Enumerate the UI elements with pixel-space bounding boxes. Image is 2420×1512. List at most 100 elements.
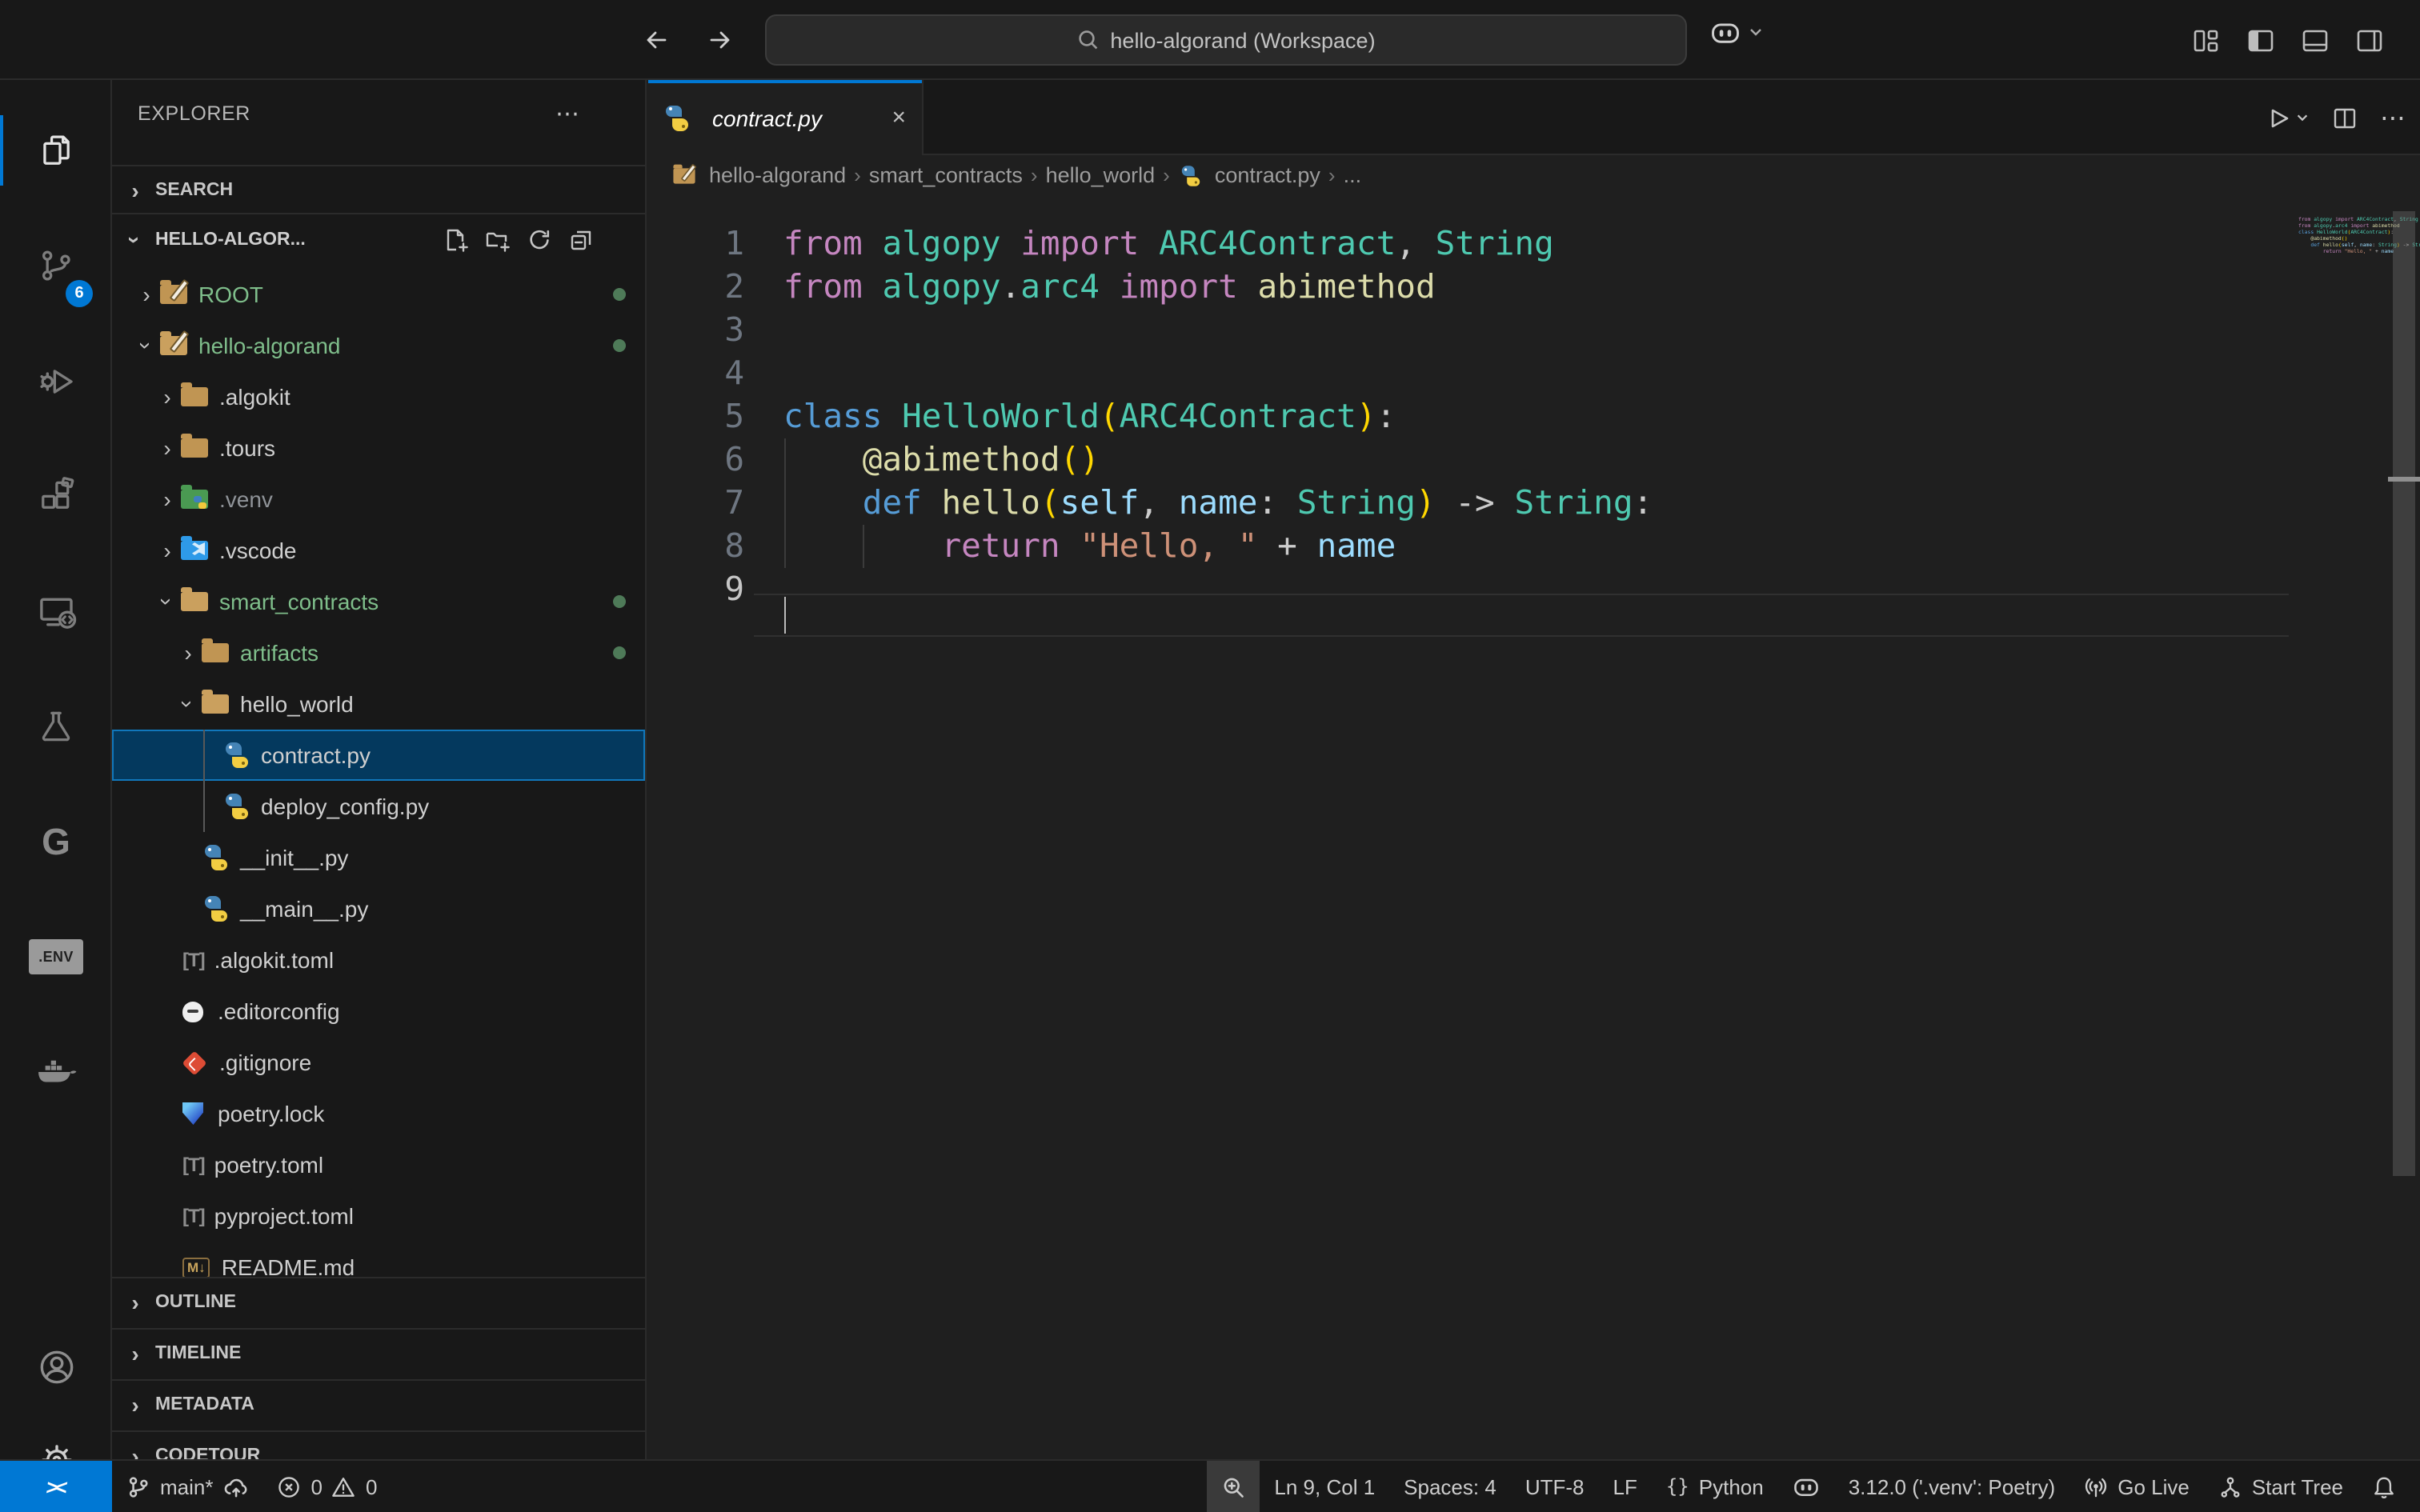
chevron-right-icon[interactable]: › xyxy=(154,488,181,510)
workspace-section-header[interactable]: › HELLO-ALGOR... xyxy=(112,213,645,266)
dotenv-activity-icon[interactable]: .ENV xyxy=(0,899,112,1014)
status-eol[interactable]: LF xyxy=(1599,1461,1652,1512)
status-cursor-position[interactable]: Ln 9, Col 1 xyxy=(1260,1461,1389,1512)
timeline-section-header[interactable]: ›TIMELINE xyxy=(112,1328,645,1376)
chevron-down-icon[interactable]: › xyxy=(135,332,158,359)
tree-item-pyproject-toml[interactable]: [T]pyproject.toml xyxy=(112,1190,645,1242)
toggle-primary-sidebar-icon[interactable] xyxy=(2247,26,2274,54)
tree-item-root[interactable]: › ROOT xyxy=(112,269,645,320)
forward-arrow-icon[interactable] xyxy=(701,21,739,59)
overview-ruler-cursor-mark xyxy=(2388,477,2420,482)
metadata-section-header[interactable]: ›METADATA xyxy=(112,1379,645,1427)
split-editor-icon[interactable] xyxy=(2332,105,2358,130)
tree-item--venv[interactable]: ›.venv xyxy=(112,474,645,525)
line-number-2[interactable]: 2 xyxy=(648,265,744,308)
new-folder-icon[interactable] xyxy=(485,227,511,253)
tree-item--vscode[interactable]: ›.vscode xyxy=(112,525,645,576)
customize-layout-icon[interactable] xyxy=(2193,26,2220,54)
status-encoding[interactable]: UTF-8 xyxy=(1511,1461,1599,1512)
tree-item-contract-py[interactable]: contract.py xyxy=(112,730,645,781)
testing-activity-icon[interactable] xyxy=(0,669,112,784)
tree-item-deploy-config-py[interactable]: deploy_config.py xyxy=(112,781,645,832)
chevron-down-icon[interactable]: › xyxy=(156,588,178,615)
refresh-icon[interactable] xyxy=(527,227,552,253)
tree-item-smart-contracts[interactable]: ›smart_contracts xyxy=(112,576,645,627)
outline-section-header[interactable]: ›OUTLINE xyxy=(112,1277,645,1325)
line-number-8[interactable]: 8 xyxy=(648,524,744,567)
chevron-right-icon[interactable]: › xyxy=(154,437,181,459)
breadcrumb-item-hello-algorand[interactable]: hello-algorand xyxy=(671,163,846,187)
tree-item-poetry-toml[interactable]: [T]poetry.toml xyxy=(112,1139,645,1190)
line-number-1[interactable]: 1 xyxy=(648,222,744,265)
line-number-3[interactable]: 3 xyxy=(648,308,744,351)
breadcrumb-item-smart-contracts[interactable]: smart_contracts xyxy=(869,163,1023,187)
tree-item--gitignore[interactable]: .gitignore xyxy=(112,1037,645,1088)
tree-item--main-py[interactable]: __main__.py xyxy=(112,883,645,934)
scrollbar-slider[interactable] xyxy=(2393,211,2415,1176)
breadcrumb-item-contract-py[interactable]: contract.py xyxy=(1178,162,1320,188)
docker-activity-icon[interactable] xyxy=(0,1014,112,1130)
chevron-down-icon[interactable] xyxy=(2295,110,2310,125)
tree-item--tours[interactable]: ›.tours xyxy=(112,422,645,474)
chevron-right-icon[interactable]: › xyxy=(174,642,202,664)
collapse-all-icon[interactable] xyxy=(568,227,594,253)
command-center-search[interactable]: hello-algorand (Workspace) xyxy=(765,14,1687,66)
copilot-menu[interactable] xyxy=(1709,19,1764,45)
tree-item-poetry-lock[interactable]: poetry.lock xyxy=(112,1088,645,1139)
status-zoom-indicator[interactable] xyxy=(1207,1461,1260,1512)
status-indentation[interactable]: Spaces: 4 xyxy=(1389,1461,1511,1512)
run-python-file-icon[interactable] xyxy=(2265,105,2310,130)
tree-item--init-py[interactable]: __init__.py xyxy=(112,832,645,883)
status-start-tree[interactable]: Start Tree xyxy=(2204,1461,2358,1512)
source-control-activity-icon[interactable]: 6 xyxy=(0,208,112,323)
notifications-bell-icon xyxy=(2372,1474,2396,1498)
editor-more-actions-icon[interactable]: ⋯ xyxy=(2380,102,2407,134)
toggle-panel-icon[interactable] xyxy=(2302,26,2329,54)
status-copilot[interactable] xyxy=(1778,1461,1834,1512)
explorer-more-actions-icon[interactable]: ⋯ xyxy=(555,99,581,128)
codetour-section-header[interactable]: ›CODETOUR xyxy=(112,1430,645,1459)
tree-item-label: ROOT xyxy=(198,282,263,307)
gitlens-activity-icon[interactable]: G xyxy=(0,784,112,899)
line-number-7[interactable]: 7 xyxy=(648,481,744,524)
status-go-live[interactable]: Go Live xyxy=(2069,1461,2204,1512)
breadcrumb-item-hello-world[interactable]: hello_world xyxy=(1046,163,1156,187)
git-branch-item[interactable]: main* xyxy=(112,1461,263,1512)
chevron-right-icon[interactable]: › xyxy=(154,539,181,562)
tree-item--editorconfig[interactable]: .editorconfig xyxy=(112,986,645,1037)
status-python-interpreter[interactable]: 3.12.0 ('.venv': Poetry) xyxy=(1834,1461,2070,1512)
tree-item--algokit-toml[interactable]: [T].algokit.toml xyxy=(112,934,645,986)
remote-indicator[interactable]: >< xyxy=(0,1461,112,1512)
remote-explorer-activity-icon[interactable] xyxy=(0,554,112,669)
vertical-scrollbar[interactable] xyxy=(2388,195,2420,1459)
line-number-6[interactable]: 6 xyxy=(648,438,744,481)
new-file-icon[interactable] xyxy=(443,227,469,253)
search-section-header[interactable]: › SEARCH xyxy=(112,165,645,213)
extensions-activity-icon[interactable] xyxy=(0,438,112,554)
tree-item-artifacts[interactable]: ›artifacts xyxy=(112,627,645,678)
tree-item-readme-md[interactable]: M↓README.md xyxy=(112,1242,645,1277)
explorer-activity-icon[interactable] xyxy=(0,93,112,208)
line-numbers-gutter[interactable]: 123456789 xyxy=(648,222,744,610)
line-number-9[interactable]: 9 xyxy=(648,567,744,610)
chevron-right-icon[interactable]: › xyxy=(154,386,181,408)
breadcrumb-item--[interactable]: ... xyxy=(1344,163,1362,187)
tab-contract-py[interactable]: contract.py × xyxy=(648,80,924,155)
status-language-mode[interactable]: {}Python xyxy=(1652,1461,1778,1512)
code-editor[interactable]: 123456789 from algopy import ARC4Contrac… xyxy=(648,195,2420,1459)
chevron-right-icon[interactable]: › xyxy=(133,283,160,306)
run-debug-activity-icon[interactable] xyxy=(0,323,112,438)
close-tab-icon[interactable]: × xyxy=(891,106,906,130)
tree-item-hello-world[interactable]: ›hello_world xyxy=(112,678,645,730)
chevron-down-icon[interactable]: › xyxy=(177,690,199,718)
toggle-secondary-sidebar-icon[interactable] xyxy=(2356,26,2383,54)
tree-item--algokit[interactable]: ›.algokit xyxy=(112,371,645,422)
back-arrow-icon[interactable] xyxy=(637,21,675,59)
line-number-4[interactable]: 4 xyxy=(648,351,744,394)
line-number-5[interactable]: 5 xyxy=(648,394,744,438)
tree-item-hello-algorand[interactable]: ›hello-algorand xyxy=(112,320,645,371)
minimap[interactable]: from algopy import ARC4Contract, Stringf… xyxy=(2289,195,2388,1459)
status-notifications[interactable] xyxy=(2358,1461,2410,1512)
markdown-icon: M↓ xyxy=(182,1257,210,1277)
problems-item[interactable]: 0 0 xyxy=(263,1461,392,1512)
